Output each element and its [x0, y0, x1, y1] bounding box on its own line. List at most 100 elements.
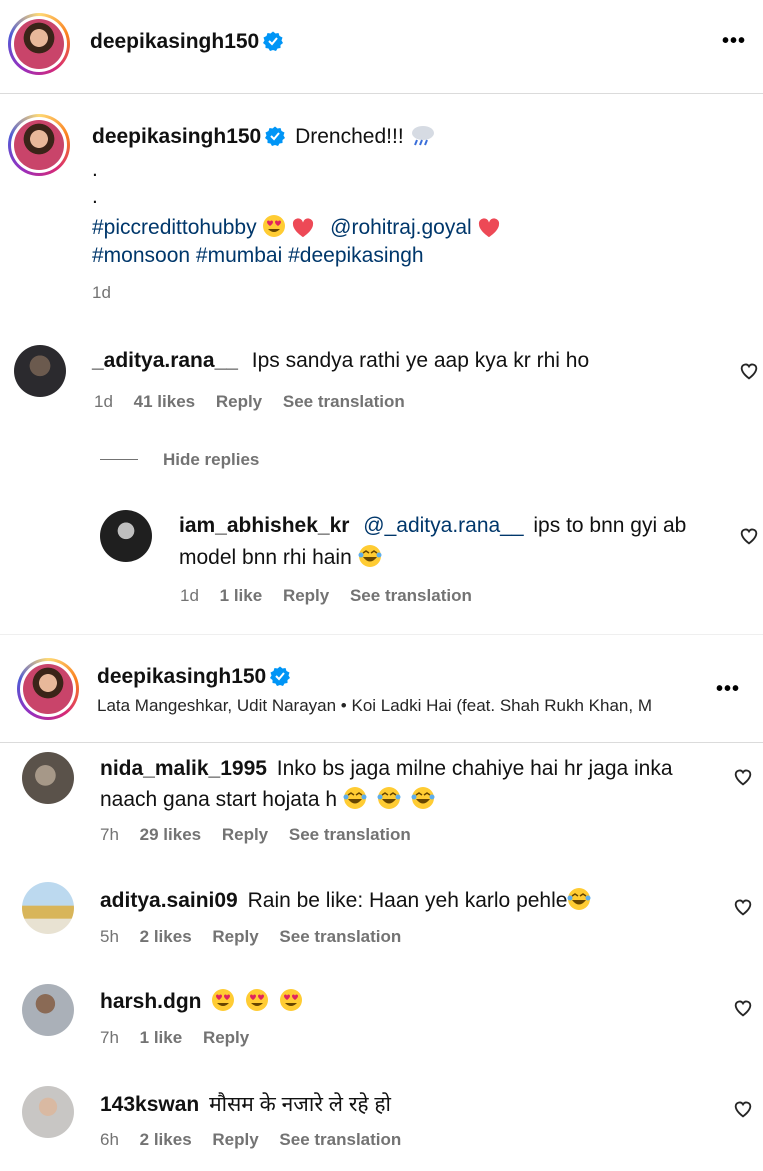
- header-divider: [0, 93, 763, 94]
- reply-body-line2: model bnn rhi hain: [179, 544, 382, 570]
- see-translation-button[interactable]: See translation: [350, 586, 472, 605]
- reply-button[interactable]: Reply: [222, 825, 268, 844]
- comment-text: Rain be like: Haan yeh karlo pehle: [247, 889, 568, 912]
- laughing-emoji-icon: [343, 787, 367, 809]
- commenter-avatar[interactable]: [22, 882, 74, 934]
- see-translation-button[interactable]: See translation: [279, 1130, 401, 1149]
- laughing-emoji-icon: [567, 888, 591, 910]
- header2-avatar[interactable]: [17, 658, 79, 720]
- comment-time: 7h: [100, 825, 119, 844]
- comment-body-line2: naach gana start hojata h: [100, 786, 435, 812]
- comment-username[interactable]: _aditya.rana__: [92, 349, 238, 372]
- comment-meta: 6h 2 likes Reply See translation: [100, 1130, 401, 1150]
- caption-time: 1d: [92, 283, 111, 302]
- rain-cloud-icon: [411, 126, 434, 146]
- reply-avatar[interactable]: [100, 510, 152, 562]
- reply-meta: 1d 1 like Reply See translation: [180, 586, 472, 606]
- comment-time: 1d: [94, 392, 113, 411]
- comment-body: 143kswan मौसम के नजारे ले रहे हो: [100, 1090, 391, 1118]
- reply-button[interactable]: Reply: [216, 392, 262, 411]
- comment-body: _aditya.rana__ Ips sandya rathi ye aap k…: [92, 349, 589, 373]
- comment-body-line1: nida_malik_1995 Inko bs jaga milne chahi…: [100, 757, 673, 781]
- reply-button[interactable]: Reply: [283, 586, 329, 605]
- hide-replies-button[interactable]: Hide replies: [163, 450, 259, 470]
- reply-body-line1: iam_abhishek_kr @_aditya.rana__ ips to b…: [179, 514, 686, 538]
- caption-dot1: .: [92, 158, 98, 181]
- comment-time: 6h: [100, 1130, 119, 1149]
- caption-dot2: .: [92, 185, 98, 208]
- verified-icon: [270, 666, 291, 686]
- comment-likes[interactable]: 41 likes: [134, 392, 195, 411]
- comment-text-line1: Inko bs jaga milne chahiye hai hr jaga i…: [276, 757, 673, 780]
- heart-eyes-emoji-icon: [212, 989, 235, 1011]
- reply-button[interactable]: Reply: [212, 1130, 258, 1149]
- header2-username[interactable]: deepikasingh150: [97, 665, 266, 688]
- header2-username-row: deepikasingh150: [97, 665, 291, 689]
- like-heart-icon[interactable]: [732, 1098, 754, 1120]
- reply-likes[interactable]: 1 like: [220, 586, 263, 605]
- see-translation-button[interactable]: See translation: [289, 825, 411, 844]
- reply-text-line1: ips to bnn gyi ab: [533, 514, 687, 537]
- red-heart-icon: [478, 218, 499, 238]
- see-translation-button[interactable]: See translation: [279, 927, 401, 946]
- reply-button[interactable]: Reply: [203, 1028, 249, 1047]
- comment-meta: 7h 1 like Reply: [100, 1028, 249, 1048]
- red-heart-icon: [293, 218, 314, 238]
- comment-body: harsh.dgn: [100, 988, 303, 1014]
- comment-likes[interactable]: 2 likes: [140, 1130, 192, 1149]
- hashtags-line2[interactable]: #monsoon #mumbai #deepikasingh: [92, 244, 424, 268]
- heart-eyes-emoji-icon: [263, 215, 286, 237]
- verified-icon: [265, 126, 286, 146]
- like-heart-icon[interactable]: [738, 525, 760, 547]
- commenter-avatar[interactable]: [22, 984, 74, 1036]
- laughing-emoji-icon: [377, 787, 401, 809]
- comment-meta: 7h 29 likes Reply See translation: [100, 825, 411, 845]
- commenter-avatar[interactable]: [14, 345, 66, 397]
- like-heart-icon[interactable]: [732, 766, 754, 788]
- hashtag-link[interactable]: #piccredittohubby: [92, 216, 257, 239]
- header-username[interactable]: deepikasingh150: [90, 30, 284, 54]
- verified-icon: [263, 31, 284, 51]
- comment-text: मौसम के नजारे ले रहे हो: [209, 1093, 391, 1116]
- like-heart-icon[interactable]: [732, 997, 754, 1019]
- comment-username[interactable]: 143kswan: [100, 1093, 199, 1116]
- comment-time: 5h: [100, 927, 119, 946]
- screenshot-separator: [0, 634, 763, 642]
- comment-likes[interactable]: 2 likes: [140, 927, 192, 946]
- reply-button[interactable]: Reply: [212, 927, 258, 946]
- caption-username[interactable]: deepikasingh150: [92, 125, 261, 148]
- comment-meta: 5h 2 likes Reply See translation: [100, 927, 401, 947]
- mention-link[interactable]: @rohitraj.goyal: [330, 216, 472, 239]
- header-avatar[interactable]: [8, 13, 70, 75]
- caption-avatar[interactable]: [8, 114, 70, 176]
- see-translation-button[interactable]: See translation: [283, 392, 405, 411]
- commenter-avatar[interactable]: [22, 1086, 74, 1138]
- caption-line1: deepikasingh150 Drenched!!!: [92, 125, 436, 149]
- comment-likes[interactable]: 29 likes: [140, 825, 201, 844]
- comment-username[interactable]: aditya.saini09: [100, 889, 238, 912]
- more-options-icon[interactable]: •••: [716, 678, 740, 701]
- more-options-icon[interactable]: •••: [722, 30, 746, 53]
- laughing-emoji-icon: [358, 545, 382, 567]
- heart-eyes-emoji-icon: [246, 989, 269, 1011]
- reply-username[interactable]: iam_abhishek_kr: [179, 514, 349, 537]
- comment-time: 7h: [100, 1028, 119, 1047]
- like-heart-icon[interactable]: [738, 360, 760, 382]
- comment-text-line2: naach gana start hojata h: [100, 788, 338, 811]
- comment-username[interactable]: nida_malik_1995: [100, 757, 267, 780]
- caption-text: Drenched!!!: [295, 125, 404, 148]
- laughing-emoji-icon: [411, 787, 435, 809]
- header2-divider: [0, 742, 763, 743]
- comment-text: Ips sandya rathi ye aap kya kr rhi ho: [251, 349, 590, 372]
- reply-time: 1d: [180, 586, 199, 605]
- hide-replies-line: [100, 459, 138, 460]
- heart-eyes-emoji-icon: [280, 989, 303, 1011]
- music-info[interactable]: Lata Mangeshkar, Udit Narayan • Koi Ladk…: [97, 696, 693, 716]
- commenter-avatar[interactable]: [22, 752, 74, 804]
- comment-likes[interactable]: 1 like: [140, 1028, 183, 1047]
- like-heart-icon[interactable]: [732, 896, 754, 918]
- reply-mention-link[interactable]: @_aditya.rana__: [363, 514, 523, 537]
- caption-tags-line1: #piccredittohubby @rohitraj.goyal: [92, 214, 500, 240]
- comment-username[interactable]: harsh.dgn: [100, 990, 202, 1013]
- reply-text-line2: model bnn rhi hain: [179, 546, 352, 569]
